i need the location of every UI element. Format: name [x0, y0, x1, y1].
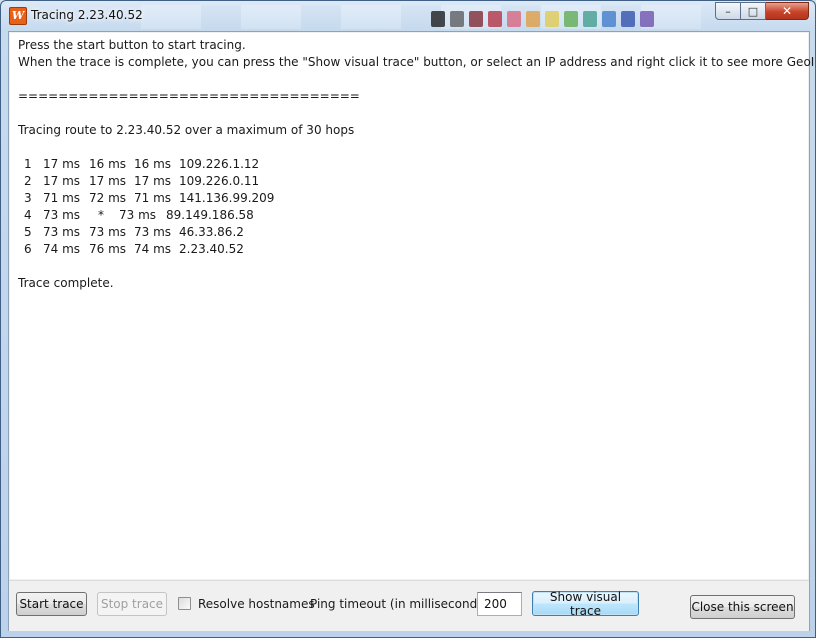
hop-ip[interactable]: 89.149.186.58 [166, 208, 254, 222]
intro-line-2: When the trace is complete, you can pres… [18, 55, 816, 69]
hop-number: 1 [24, 157, 32, 171]
hop-time-1: 73 ms [43, 208, 81, 222]
hop-time-2: 72 ms [89, 191, 127, 205]
separator-line: ================================== [18, 89, 360, 103]
maximize-button[interactable]: □ [741, 2, 766, 20]
hop-time-2: 76 ms [89, 242, 127, 256]
window-title: Tracing 2.23.40.52 [31, 8, 143, 22]
hop-time-3: 73 ms [119, 208, 157, 222]
start-trace-button[interactable]: Start trace [16, 592, 87, 616]
hop-time-3: 16 ms [134, 157, 172, 171]
route-header: Tracing route to 2.23.40.52 over a maxim… [18, 123, 355, 137]
client-area: Press the start button to start tracing.… [8, 31, 815, 631]
hop-time-1: 74 ms [43, 242, 81, 256]
ping-timeout-input[interactable] [477, 592, 522, 616]
hop-time-3: 73 ms [134, 225, 172, 239]
show-visual-trace-button[interactable]: Show visual trace [532, 590, 639, 618]
app-window: W Tracing 2.23.40.52 – □ ✕ Press the sta… [0, 0, 816, 638]
title-bar[interactable]: W Tracing 2.23.40.52 – □ ✕ [1, 1, 815, 31]
hop-ip[interactable]: 2.23.40.52 [179, 242, 244, 256]
minimize-button[interactable]: – [715, 2, 741, 20]
hop-number: 5 [24, 225, 32, 239]
hop-ip[interactable]: 46.33.86.2 [179, 225, 244, 239]
resolve-hostnames-checkbox[interactable] [178, 597, 191, 610]
bottom-toolbar: Start trace Stop trace Resolve hostnames… [9, 580, 809, 631]
hop-time-3: 71 ms [134, 191, 172, 205]
hop-time-1: 17 ms [43, 174, 81, 188]
background-color-swatches [431, 11, 654, 27]
intro-line-1: Press the start button to start tracing. [18, 38, 246, 52]
hop-number: 3 [24, 191, 32, 205]
hop-ip[interactable]: 109.226.0.11 [179, 174, 259, 188]
close-screen-button[interactable]: Close this screen [690, 595, 795, 619]
trace-output-area[interactable]: Press the start button to start tracing.… [10, 33, 815, 579]
hop-time-2: * [98, 208, 104, 222]
ping-timeout-label: Ping timeout (in milliseconds) [310, 597, 489, 611]
hop-time-2: 73 ms [89, 225, 127, 239]
stop-trace-button[interactable]: Stop trace [97, 592, 167, 616]
hop-ip[interactable]: 109.226.1.12 [179, 157, 259, 171]
hop-time-1: 73 ms [43, 225, 81, 239]
hop-time-3: 17 ms [134, 174, 172, 188]
caption-buttons: – □ ✕ [715, 2, 809, 20]
hop-number: 6 [24, 242, 32, 256]
hop-number: 2 [24, 174, 32, 188]
hop-number: 4 [24, 208, 32, 222]
hop-time-3: 74 ms [134, 242, 172, 256]
close-window-button[interactable]: ✕ [766, 2, 809, 20]
hop-time-2: 17 ms [89, 174, 127, 188]
hop-time-1: 17 ms [43, 157, 81, 171]
trace-complete-text: Trace complete. [18, 276, 114, 290]
app-logo-icon: W [9, 7, 27, 25]
hop-ip[interactable]: 141.136.99.209 [179, 191, 274, 205]
hop-time-2: 16 ms [89, 157, 127, 171]
hop-time-1: 71 ms [43, 191, 81, 205]
resolve-hostnames-label[interactable]: Resolve hostnames [198, 597, 315, 611]
